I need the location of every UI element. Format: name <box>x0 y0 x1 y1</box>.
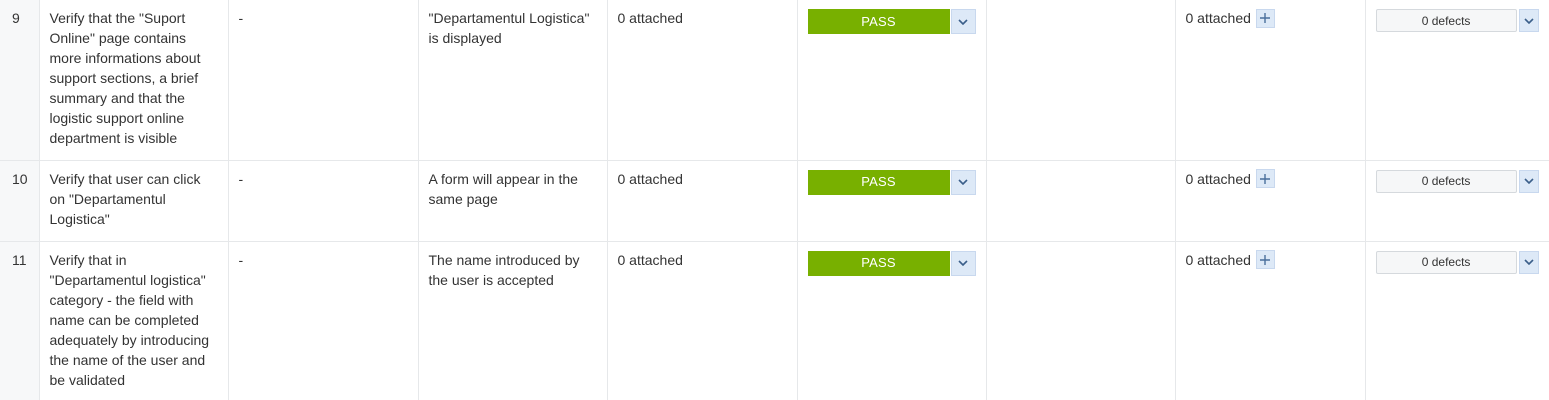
step-description: Verify that the "Suport Online" page con… <box>39 0 229 161</box>
result-attachments: 0 attached <box>1185 170 1251 187</box>
status-selector[interactable]: PASS <box>807 9 976 34</box>
defects-cell: 0 defects <box>1365 0 1549 161</box>
status-label[interactable]: PASS <box>807 250 950 276</box>
step-attachments: 0 attached <box>607 0 798 161</box>
result-attachments-cell: 0 attached <box>1175 160 1366 242</box>
plus-icon <box>1260 173 1271 184</box>
defects-count[interactable]: 0 defects <box>1375 250 1517 274</box>
defects-count[interactable]: 0 defects <box>1375 9 1517 32</box>
plus-icon <box>1260 254 1271 265</box>
chevron-down-icon <box>958 260 968 266</box>
actual-result[interactable] <box>986 160 1176 242</box>
test-steps-table: 9 Verify that the "Suport Online" page c… <box>0 0 1549 400</box>
status-dropdown-button[interactable] <box>950 250 976 276</box>
status-label[interactable]: PASS <box>807 9 950 34</box>
result-attachments-cell: 0 attached <box>1175 0 1366 161</box>
expected-result: The name introduced by the user is accep… <box>418 241 608 400</box>
status-label[interactable]: PASS <box>807 169 950 195</box>
table-row: 9 Verify that the "Suport Online" page c… <box>0 0 1549 161</box>
defects-selector[interactable]: 0 defects <box>1375 169 1539 193</box>
expected-result: "Departamentul Logistica" is displayed <box>418 0 608 161</box>
defects-dropdown-button[interactable] <box>1518 9 1539 32</box>
step-data: - <box>228 0 419 161</box>
defects-selector[interactable]: 0 defects <box>1375 9 1539 32</box>
status-dropdown-button[interactable] <box>950 169 976 195</box>
defects-cell: 0 defects <box>1365 241 1549 400</box>
status-cell: PASS <box>797 0 987 161</box>
step-data: - <box>228 241 419 400</box>
status-cell: PASS <box>797 160 987 242</box>
actual-result[interactable] <box>986 0 1176 161</box>
result-attachments-cell: 0 attached <box>1175 241 1366 400</box>
step-data: - <box>228 160 419 242</box>
add-attachment-button[interactable] <box>1255 250 1275 269</box>
step-number: 10 <box>0 160 40 242</box>
step-number: 9 <box>0 0 40 161</box>
defects-cell: 0 defects <box>1365 160 1549 242</box>
chevron-down-icon <box>1524 259 1534 265</box>
defects-dropdown-button[interactable] <box>1518 169 1539 193</box>
step-attachments: 0 attached <box>607 241 798 400</box>
chevron-down-icon <box>958 179 968 185</box>
add-attachment-button[interactable] <box>1255 169 1275 188</box>
defects-count[interactable]: 0 defects <box>1375 169 1517 193</box>
result-attachments: 0 attached <box>1185 10 1251 26</box>
actual-result[interactable] <box>986 241 1176 400</box>
step-description: Verify that user can click on "Departame… <box>39 160 229 242</box>
status-cell: PASS <box>797 241 987 400</box>
step-attachments: 0 attached <box>607 160 798 242</box>
step-description: Verify that in "Departamentul logistica"… <box>39 241 229 400</box>
status-dropdown-button[interactable] <box>950 9 976 34</box>
result-attachments: 0 attached <box>1185 251 1251 268</box>
status-selector[interactable]: PASS <box>807 250 976 276</box>
table-row: 10 Verify that user can click on "Depart… <box>0 160 1549 242</box>
step-number: 11 <box>0 241 40 400</box>
table-row: 11 Verify that in "Departamentul logisti… <box>0 241 1549 400</box>
status-selector[interactable]: PASS <box>807 169 976 195</box>
add-attachment-button[interactable] <box>1255 8 1275 28</box>
expected-result: A form will appear in the same page <box>418 160 608 242</box>
plus-icon <box>1260 13 1271 23</box>
chevron-down-icon <box>958 18 968 25</box>
chevron-down-icon <box>1524 17 1534 24</box>
defects-selector[interactable]: 0 defects <box>1375 250 1539 274</box>
chevron-down-icon <box>1524 178 1534 184</box>
defects-dropdown-button[interactable] <box>1518 250 1539 274</box>
